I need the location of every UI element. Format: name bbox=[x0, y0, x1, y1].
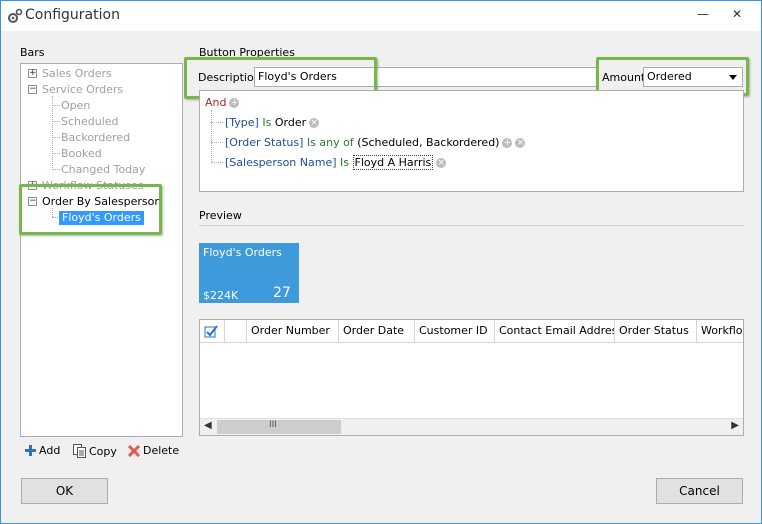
column-header-order-status[interactable]: Order Status bbox=[615, 320, 697, 343]
condition-value-editor[interactable]: Floyd A Harris bbox=[352, 155, 434, 170]
filter-editor[interactable]: And + [Type] Is Order × [Order Status] Is … bbox=[199, 90, 744, 192]
add-label: Add bbox=[39, 444, 61, 457]
filter-condition-salesperson[interactable]: [Salesperson Name] Is Floyd A Harris × bbox=[225, 155, 447, 170]
minimize-button[interactable]: — bbox=[693, 5, 713, 23]
filter-connector bbox=[211, 142, 223, 143]
expand-icon[interactable]: + bbox=[28, 69, 37, 78]
preview-separator bbox=[199, 225, 744, 226]
filter-group-and[interactable]: And + bbox=[205, 96, 240, 109]
tree-item-backordered[interactable]: Backordered bbox=[61, 131, 130, 145]
preview-grid[interactable]: Order Number Order Date Customer ID Cont… bbox=[199, 319, 744, 436]
condition-field[interactable]: [Order Status] bbox=[225, 136, 303, 149]
scroll-grip: III bbox=[269, 420, 277, 430]
delete-x-icon bbox=[128, 444, 140, 457]
column-header-customer-id[interactable]: Customer ID bbox=[415, 320, 495, 343]
window-title: Configuration bbox=[25, 7, 120, 23]
filter-condition-order-status[interactable]: [Order Status] Is any of (Scheduled, Bac… bbox=[225, 136, 526, 149]
close-button[interactable]: ✕ bbox=[727, 5, 747, 23]
add-condition-icon[interactable]: + bbox=[229, 98, 240, 108]
plus-icon bbox=[25, 445, 36, 456]
copy-button[interactable]: Copy bbox=[73, 444, 117, 458]
remove-condition-icon[interactable]: × bbox=[515, 138, 526, 148]
tree-connector bbox=[52, 96, 53, 170]
tree-connector bbox=[52, 153, 60, 154]
add-value-icon[interactable]: + bbox=[502, 138, 513, 148]
tile-title: Floyd's Orders bbox=[203, 246, 282, 259]
scroll-right-icon[interactable]: ▶ bbox=[731, 420, 739, 431]
scroll-thumb[interactable]: III bbox=[217, 420, 341, 434]
column-header-order-number[interactable]: Order Number bbox=[247, 320, 339, 343]
condition-field[interactable]: [Salesperson Name] bbox=[225, 156, 337, 169]
title-bar: Configuration — ✕ bbox=[1, 1, 761, 31]
ok-button[interactable]: OK bbox=[21, 478, 108, 504]
tile-count: 27 bbox=[273, 285, 291, 301]
condition-operator[interactable]: Is any of bbox=[307, 136, 354, 149]
checkbox-icon bbox=[204, 325, 218, 338]
preview-tile[interactable]: Floyd's Orders $224K 27 bbox=[199, 243, 299, 303]
condition-operator[interactable]: Is bbox=[262, 116, 271, 129]
tree-item-sales-orders[interactable]: Sales Orders bbox=[42, 67, 112, 81]
tile-amount: $224K bbox=[203, 289, 239, 302]
bars-tree[interactable]: + Sales Orders − Service Orders Open Sch… bbox=[20, 63, 183, 437]
tree-item-open[interactable]: Open bbox=[61, 99, 90, 113]
filter-connector bbox=[211, 110, 212, 162]
tree-connector bbox=[52, 137, 60, 138]
filter-condition-type[interactable]: [Type] Is Order × bbox=[225, 116, 320, 129]
tree-connector bbox=[52, 105, 60, 106]
gear-icon bbox=[8, 8, 23, 23]
condition-value[interactable]: Order bbox=[275, 116, 306, 129]
add-button[interactable]: Add bbox=[25, 444, 60, 457]
tree-item-service-orders[interactable]: Service Orders bbox=[42, 83, 123, 97]
copy-icon bbox=[73, 444, 86, 458]
highlight-box bbox=[19, 184, 162, 235]
cancel-button[interactable]: Cancel bbox=[656, 478, 743, 504]
condition-operator[interactable]: Is bbox=[340, 156, 349, 169]
tree-connector bbox=[52, 169, 60, 170]
column-header-contact-email[interactable]: Contact Email Address bbox=[495, 320, 615, 343]
delete-button[interactable]: Delete bbox=[128, 444, 179, 457]
condition-field[interactable]: [Type] bbox=[225, 116, 259, 129]
preview-label: Preview bbox=[199, 209, 242, 222]
copy-label: Copy bbox=[89, 444, 117, 458]
delete-label: Delete bbox=[143, 444, 180, 457]
tree-connector bbox=[52, 121, 60, 122]
tree-item-scheduled[interactable]: Scheduled bbox=[61, 115, 119, 129]
row-indicator-header bbox=[225, 320, 247, 343]
remove-condition-icon[interactable]: × bbox=[436, 158, 447, 168]
scroll-left-icon[interactable]: ◀ bbox=[204, 420, 212, 431]
collapse-icon[interactable]: − bbox=[28, 85, 37, 94]
tree-item-booked[interactable]: Booked bbox=[61, 147, 102, 161]
column-header-order-date[interactable]: Order Date bbox=[339, 320, 415, 343]
filter-connector bbox=[211, 122, 223, 123]
filter-connector bbox=[211, 162, 223, 163]
and-operator[interactable]: And bbox=[205, 96, 226, 109]
remove-condition-icon[interactable]: × bbox=[309, 118, 320, 128]
configuration-window: Configuration — ✕ Bars + Sales Orders − … bbox=[0, 0, 762, 524]
tree-item-changed-today[interactable]: Changed Today bbox=[61, 163, 145, 177]
condition-value[interactable]: (Scheduled, Backordered) bbox=[357, 136, 499, 149]
column-header-workflow[interactable]: Workflow bbox=[697, 320, 743, 343]
bars-label: Bars bbox=[20, 46, 45, 59]
select-all-header[interactable] bbox=[200, 320, 225, 343]
horizontal-scrollbar[interactable]: ◀ III ▶ bbox=[200, 418, 743, 435]
